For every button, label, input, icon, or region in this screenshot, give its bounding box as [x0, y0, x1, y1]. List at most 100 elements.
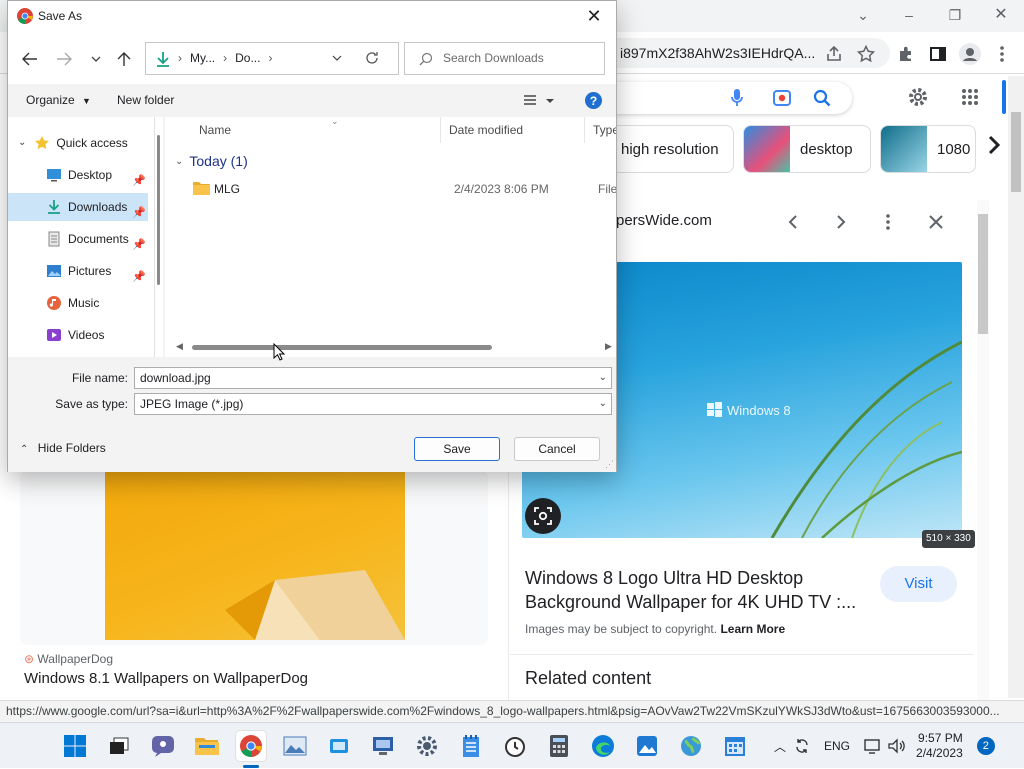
notification-badge[interactable]: 2: [976, 737, 995, 755]
file-name-dropdown-icon[interactable]: ⌄: [599, 368, 607, 388]
cancel-button[interactable]: Cancel: [514, 437, 600, 461]
tree-item-music[interactable]: Music: [8, 289, 148, 317]
address-dropdown-icon[interactable]: [332, 43, 342, 73]
organize-button[interactable]: Organize ▼: [26, 84, 91, 118]
photos-app-icon[interactable]: [280, 731, 310, 761]
new-folder-button[interactable]: New folder: [117, 84, 174, 117]
snipping-tool-icon[interactable]: [324, 731, 354, 761]
breadcrumb-item[interactable]: My...: [190, 43, 215, 74]
search-icon[interactable]: [810, 86, 834, 110]
settings-gear-icon[interactable]: [906, 85, 930, 109]
panel-scrollbar[interactable]: [977, 200, 989, 700]
preview-source[interactable]: persWide.com: [616, 212, 712, 229]
preview-close-icon[interactable]: [924, 210, 948, 234]
network-icon[interactable]: [864, 738, 882, 754]
profile-avatar[interactable]: [958, 42, 982, 66]
remote-desktop-icon[interactable]: [368, 731, 398, 761]
clock[interactable]: 9:57 PM 2/4/2023: [916, 731, 963, 761]
view-options-icon[interactable]: [524, 94, 554, 108]
lens-search-icon[interactable]: [770, 86, 794, 110]
maps-globe-icon[interactable]: [676, 731, 706, 761]
file-name-field[interactable]: download.jpg ⌄: [134, 367, 612, 389]
calendar-icon[interactable]: [720, 731, 750, 761]
language-indicator[interactable]: ENG: [824, 739, 850, 753]
panel-scroll-thumb[interactable]: [978, 214, 988, 334]
collapse-chevron-icon[interactable]: ⌄: [18, 129, 26, 157]
tab-search-icon[interactable]: ⌄: [840, 4, 886, 26]
file-explorer-icon[interactable]: [192, 731, 222, 761]
volume-icon[interactable]: [888, 738, 906, 754]
save-as-type-select[interactable]: JPEG Image (*.jpg) ⌄: [134, 393, 612, 415]
address-breadcrumb[interactable]: › My... › Do... ›: [145, 42, 399, 75]
paint-icon[interactable]: [632, 731, 662, 761]
result-image-left[interactable]: [105, 470, 405, 640]
chip-1080[interactable]: 1080: [880, 125, 976, 173]
preview-prev-icon[interactable]: [781, 210, 805, 234]
scroll-left-icon[interactable]: ◀: [176, 341, 183, 352]
alarms-clock-icon[interactable]: [500, 731, 530, 761]
hide-folders-toggle[interactable]: ⌃ Hide Folders: [20, 441, 106, 455]
bookmark-star-icon[interactable]: [854, 42, 878, 66]
breadcrumb-item[interactable]: Do...: [235, 43, 260, 74]
calculator-icon[interactable]: [544, 731, 574, 761]
share-icon[interactable]: [822, 42, 846, 66]
dialog-titlebar[interactable]: Save As ✕: [8, 1, 616, 32]
result-source-left[interactable]: ⊛ WallpaperDog: [24, 652, 113, 666]
chips-next-icon[interactable]: [982, 132, 1006, 158]
tree-item-videos[interactable]: Videos: [8, 321, 148, 349]
file-list-hscrollbar[interactable]: ◀ ▶: [172, 339, 616, 357]
restore-button[interactable]: ❐: [932, 4, 978, 26]
page-scrollbar[interactable]: [1008, 76, 1024, 698]
back-arrow-icon[interactable]: [20, 50, 40, 68]
tree-item-quick-access[interactable]: ⌄ Quick access: [8, 129, 148, 157]
close-window-button[interactable]: ✕: [978, 4, 1024, 26]
tree-item-pictures[interactable]: Pictures 📌: [8, 257, 148, 285]
teams-chat-icon[interactable]: [148, 731, 178, 761]
help-icon[interactable]: ?: [585, 92, 602, 109]
scroll-right-icon[interactable]: ▶: [605, 341, 612, 352]
learn-more-link[interactable]: Learn More: [720, 622, 785, 636]
preview-more-icon[interactable]: [876, 210, 900, 234]
column-header-date[interactable]: Date modified: [441, 117, 585, 143]
forward-arrow-icon[interactable]: [54, 50, 74, 68]
dialog-close-button[interactable]: ✕: [572, 1, 616, 32]
edge-browser-icon[interactable]: [588, 731, 618, 761]
tree-item-documents[interactable]: Documents 📌: [8, 225, 148, 253]
save-button[interactable]: Save: [414, 437, 500, 461]
hscroll-thumb[interactable]: [192, 345, 492, 350]
tree-item-desktop[interactable]: Desktop 📌: [8, 161, 148, 189]
minimize-button[interactable]: –: [886, 4, 932, 26]
tray-overflow-icon[interactable]: ︿: [774, 738, 786, 755]
apps-grid-icon[interactable]: [958, 85, 982, 109]
visit-button[interactable]: Visit: [880, 566, 957, 602]
side-panel-icon[interactable]: [926, 42, 950, 66]
result-title-left[interactable]: Windows 8.1 Wallpapers on WallpaperDog: [24, 670, 308, 687]
sync-icon[interactable]: [794, 738, 810, 754]
refresh-icon[interactable]: [364, 50, 380, 66]
recent-locations-icon[interactable]: [86, 50, 106, 68]
settings-app-icon[interactable]: [412, 731, 442, 761]
chip-high-resolution[interactable]: high resolution: [610, 125, 734, 173]
group-header-today[interactable]: ⌄ Today (1): [175, 153, 248, 169]
navigation-pane-scrollbar[interactable]: [155, 117, 163, 357]
type-dropdown-icon[interactable]: ⌄: [599, 394, 607, 414]
up-arrow-icon[interactable]: [114, 50, 134, 68]
resize-grip-icon[interactable]: ⋰: [605, 459, 614, 470]
voice-search-icon[interactable]: [725, 86, 749, 110]
group-collapse-icon[interactable]: ⌄: [175, 156, 183, 167]
page-scroll-thumb[interactable]: [1011, 112, 1021, 192]
preview-title[interactable]: Windows 8 Logo Ultra HD Desktop Backgrou…: [525, 566, 865, 614]
nav-scroll-thumb[interactable]: [157, 135, 160, 285]
column-header-name[interactable]: Name ⌄: [191, 117, 441, 143]
start-button[interactable]: [60, 731, 90, 761]
tree-item-downloads[interactable]: Downloads 📌: [8, 193, 148, 221]
chip-desktop[interactable]: desktop: [743, 125, 871, 173]
chrome-taskbar-icon[interactable]: [236, 731, 266, 761]
file-row-mlg[interactable]: MLG 2/4/2023 8:06 PM File fo: [185, 177, 616, 201]
visual-search-button[interactable]: [525, 498, 561, 534]
chrome-menu-icon[interactable]: [990, 42, 1014, 66]
preview-next-icon[interactable]: [829, 210, 853, 234]
search-downloads-input[interactable]: Search Downloads: [404, 42, 605, 75]
column-header-type[interactable]: Type: [585, 117, 616, 143]
extensions-icon[interactable]: [894, 42, 918, 66]
